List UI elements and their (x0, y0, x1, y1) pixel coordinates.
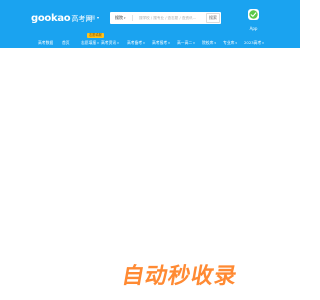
chevron-down-icon: ▾ (124, 16, 126, 20)
nav-item-volunteer[interactable]: 志愿填报 ▾ (81, 38, 99, 48)
top-header: gookao 高考网 全国 ▾ 搜院 ▾ 搜索 App 志愿填报 高考数据 首页 (0, 0, 300, 48)
nav-item-label: 高考数据 (38, 40, 54, 45)
region-selector[interactable]: 全国 ▾ (87, 14, 99, 22)
site-logo[interactable]: gookao 高考网 (31, 13, 92, 25)
nav-item-label: 首页 (62, 40, 70, 45)
nav-item-news[interactable]: 高考资讯 ▾ (101, 38, 119, 48)
loading-banner: 自动秒收录 (119, 264, 240, 289)
nav-item-home[interactable]: 首页 (62, 38, 70, 48)
app-icon (248, 9, 259, 20)
chevron-down-icon: ▾ (143, 41, 145, 45)
logo-latin-text: gookao (31, 13, 71, 24)
nav-item-label: 高一高二 (177, 40, 193, 45)
nav-item-label: 高考报考 (152, 40, 168, 45)
nav-item-label: 高考资讯 (101, 40, 117, 45)
chevron-down-icon: ▾ (214, 41, 216, 45)
nav-item-prep[interactable]: 高考备考 ▾ (127, 38, 145, 48)
chevron-down-icon: ▾ (168, 41, 170, 45)
chevron-down-icon: ▾ (262, 41, 264, 45)
search-input[interactable] (133, 12, 206, 24)
chevron-down-icon: ▾ (117, 41, 119, 45)
search-button[interactable]: 搜索 (206, 13, 220, 23)
nav-item-2023-gaokao[interactable]: 2023高考 ▾ (244, 38, 264, 48)
app-download[interactable]: App (247, 9, 260, 31)
nav-item-apply[interactable]: 高考报考 ▾ (152, 38, 170, 48)
nav-item-label: 2023高考 (244, 40, 262, 45)
search-bar: 搜院 ▾ 搜索 (110, 12, 221, 24)
nav-item-gaokao-data[interactable]: 高考数据 (38, 38, 53, 48)
search-type-dropdown[interactable]: 搜院 ▾ (110, 12, 132, 24)
nav-item-grade-10-11[interactable]: 高一高二 ▾ (177, 38, 195, 48)
chevron-down-icon: ▾ (193, 41, 195, 45)
app-label: App (249, 26, 258, 31)
nav-item-label: 专业库 (223, 40, 235, 45)
nav-item-label: 志愿填报 (81, 40, 97, 45)
main-nav: 高考数据 首页 志愿填报 ▾ 高考资讯 ▾ 高考备考 ▾ 高考报考 ▾ 高一高二… (0, 38, 300, 48)
search-type-label: 搜院 (115, 15, 123, 20)
chevron-down-icon: ▾ (97, 15, 100, 20)
nav-item-label: 院校库 (202, 40, 214, 45)
chevron-down-icon: ▾ (97, 41, 99, 45)
region-label: 全国 (87, 15, 95, 20)
nav-item-label: 高考备考 (127, 40, 143, 45)
app-logo-icon (249, 10, 258, 19)
chevron-down-icon: ▾ (235, 41, 237, 45)
nav-item-colleges[interactable]: 院校库 ▾ (202, 38, 216, 48)
nav-item-majors[interactable]: 专业库 ▾ (223, 38, 237, 48)
